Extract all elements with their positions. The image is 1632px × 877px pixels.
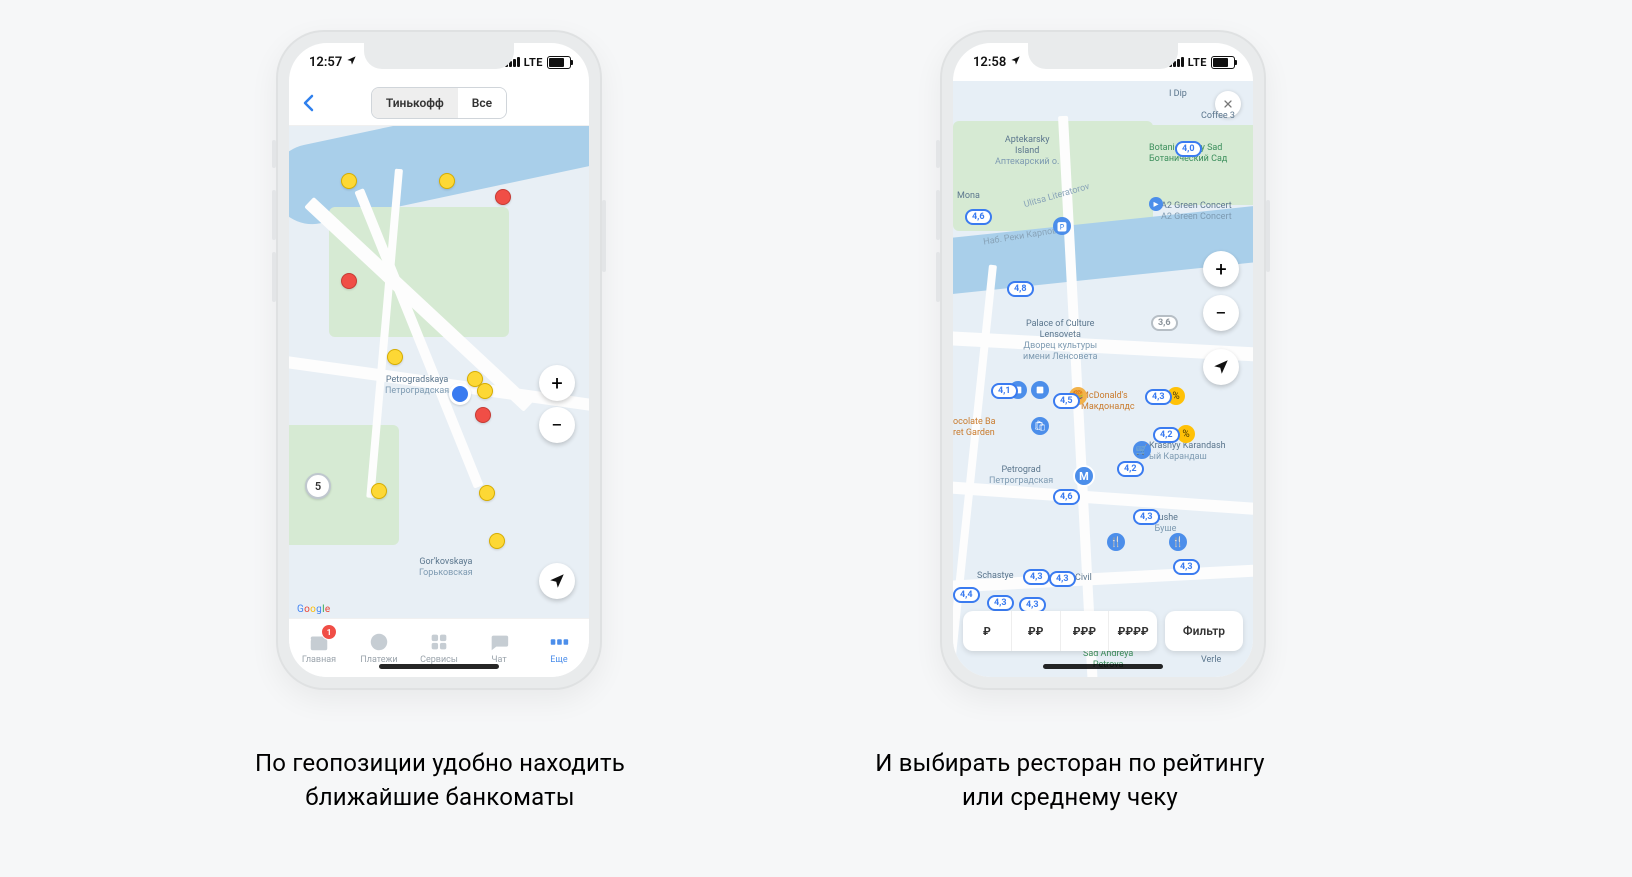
poi-icon[interactable]: 🍴 xyxy=(1107,533,1125,551)
landmark-schastye: Schastye xyxy=(977,571,1013,582)
tab-more[interactable]: Еще xyxy=(529,619,589,677)
discount-icon[interactable]: % xyxy=(1177,425,1195,443)
landmark-palace: Palace of CultureLensoveta Дворец культу… xyxy=(1023,319,1097,363)
rating-pill[interactable]: 4,0 xyxy=(1175,141,1202,157)
status-time: 12:58 xyxy=(973,55,1006,70)
atm-cluster[interactable]: 5 xyxy=(305,473,331,499)
poi-icon[interactable]: 🅿 xyxy=(1053,217,1071,235)
price-3[interactable]: ₽₽₽ xyxy=(1061,611,1110,651)
atm-pin[interactable] xyxy=(477,383,493,399)
services-icon xyxy=(428,631,450,653)
phone-notch xyxy=(364,43,514,69)
atm-pin[interactable] xyxy=(439,173,455,189)
price-filter-row: ₽ ₽₽ ₽₽₽ ₽₽₽₽ Фильтр xyxy=(963,611,1243,651)
rating-pill[interactable]: 4,3 xyxy=(1145,389,1172,405)
back-button[interactable] xyxy=(297,91,321,115)
status-time: 12:57 xyxy=(309,55,342,70)
rating-pill[interactable]: 4,2 xyxy=(1153,427,1180,443)
filter-button[interactable]: Фильтр xyxy=(1165,611,1243,651)
tab-home-badge: 1 xyxy=(321,624,337,640)
battery-icon xyxy=(1211,56,1235,69)
atm-pin[interactable] xyxy=(341,273,357,289)
landmark-mona: Mona xyxy=(957,191,980,202)
atm-pin[interactable] xyxy=(387,349,403,365)
atm-pin[interactable] xyxy=(489,533,505,549)
network-label: LTE xyxy=(524,56,543,69)
poi-icon[interactable]: 🛒 xyxy=(1133,441,1151,459)
price-2[interactable]: ₽₽ xyxy=(1012,611,1061,651)
segment-all[interactable]: Все xyxy=(458,88,506,118)
provider-segmented[interactable]: Тинькофф Все xyxy=(371,87,507,119)
phone-mockup-restaurants: 12:58 LTE AptekarskyIsl xyxy=(940,30,1266,690)
more-icon xyxy=(548,631,570,653)
rating-pill[interactable]: 3,6 xyxy=(1151,315,1178,331)
payments-icon xyxy=(368,631,390,653)
rating-pill[interactable]: 4,3 xyxy=(1049,571,1076,587)
atm-pin[interactable] xyxy=(495,189,511,205)
rating-pill[interactable]: 4,3 xyxy=(987,595,1014,611)
caption-restaurants: И выбирать ресторан по рейтингу или сред… xyxy=(810,746,1330,814)
poi-icon[interactable]: ▸ xyxy=(1149,197,1163,211)
zoom-out-button[interactable]: − xyxy=(1203,295,1239,331)
zoom-out-button[interactable]: − xyxy=(539,407,575,443)
network-label: LTE xyxy=(1188,56,1207,69)
atm-map[interactable]: PetrogradskayaПетроградская Gor'kovskaya… xyxy=(289,125,589,619)
rating-pill[interactable]: 4,4 xyxy=(953,587,980,603)
rating-pill[interactable]: 4,6 xyxy=(1053,489,1080,505)
landmark-krasnyy: Krasnyy Karandashый Карандаш xyxy=(1149,441,1226,463)
landmark-aptekarsky: AptekarskyIslandАптекарский о. xyxy=(995,135,1059,168)
zoom-in-button[interactable]: + xyxy=(1203,251,1239,287)
rating-pill[interactable]: 4,3 xyxy=(1023,569,1050,585)
user-location-pin xyxy=(449,383,471,405)
landmark-verle: Verle xyxy=(1201,655,1221,666)
rating-pill[interactable]: 4,2 xyxy=(1117,461,1144,477)
locate-button[interactable] xyxy=(539,563,575,599)
landmark-civil: Civil xyxy=(1075,573,1092,584)
locate-button[interactable] xyxy=(1203,349,1239,385)
station2-label: Gor'kovskayaГорьковская xyxy=(419,557,473,579)
price-1[interactable]: ₽ xyxy=(963,611,1012,651)
restaurant-map[interactable]: AptekarskyIslandАптекарский о. Mona Bota… xyxy=(953,81,1253,677)
station-label: PetrogradskayaПетроградская xyxy=(385,375,449,397)
landmark-chocolate: ocolate Baret Garden xyxy=(953,417,996,439)
atm-pin[interactable] xyxy=(341,173,357,189)
landmark-petrograd: PetrogradПетроградская xyxy=(989,465,1053,487)
rating-pill[interactable]: 4,6 xyxy=(965,209,992,225)
atm-pin[interactable] xyxy=(371,483,387,499)
metro-icon[interactable]: M xyxy=(1073,465,1095,487)
landmark-mcdonalds: McDonald'sМакдоналдс xyxy=(1081,391,1135,413)
chat-icon xyxy=(488,631,510,653)
atm-pin[interactable] xyxy=(475,407,491,423)
rating-pill[interactable]: 4,1 xyxy=(991,383,1018,399)
map-attribution: Google xyxy=(297,604,330,615)
rating-pill[interactable]: 4,3 xyxy=(1133,509,1160,525)
phone-mockup-atm: 12:57 LTE Тинькофф Все xyxy=(276,30,602,690)
price-segmented[interactable]: ₽ ₽₽ ₽₽₽ ₽₽₽₽ xyxy=(963,611,1157,651)
battery-icon xyxy=(547,56,571,69)
tab-home[interactable]: 1 Главная xyxy=(289,619,349,677)
home-icon: 1 xyxy=(308,631,330,653)
home-indicator xyxy=(1043,664,1163,669)
location-icon xyxy=(346,55,357,70)
price-4[interactable]: ₽₽₽₽ xyxy=(1109,611,1157,651)
home-indicator xyxy=(379,664,499,669)
atm-pin[interactable] xyxy=(479,485,495,501)
landmark-coffee3: Coffee 3 xyxy=(1201,111,1235,122)
landmark-idip: I Dip xyxy=(1169,89,1187,100)
rating-pill[interactable]: 4,8 xyxy=(1007,281,1034,297)
poi-icon[interactable]: 🛍 xyxy=(1031,417,1049,435)
atm-header: Тинькофф Все xyxy=(289,81,589,126)
caption-atm: По геопозиции удобно находить ближайшие … xyxy=(180,746,700,814)
zoom-in-button[interactable]: + xyxy=(539,365,575,401)
phone-notch xyxy=(1028,43,1178,69)
rating-pill[interactable]: 4,3 xyxy=(1173,559,1200,575)
poi-icon[interactable] xyxy=(1031,381,1049,399)
rating-pill[interactable]: 4,5 xyxy=(1053,393,1080,409)
poi-icon[interactable]: 🍴 xyxy=(1169,533,1187,551)
location-icon xyxy=(1010,55,1021,70)
landmark-a2: A2 Green ConcertA2 Green Concert xyxy=(1161,201,1232,223)
segment-tinkoff[interactable]: Тинькофф xyxy=(372,88,458,118)
